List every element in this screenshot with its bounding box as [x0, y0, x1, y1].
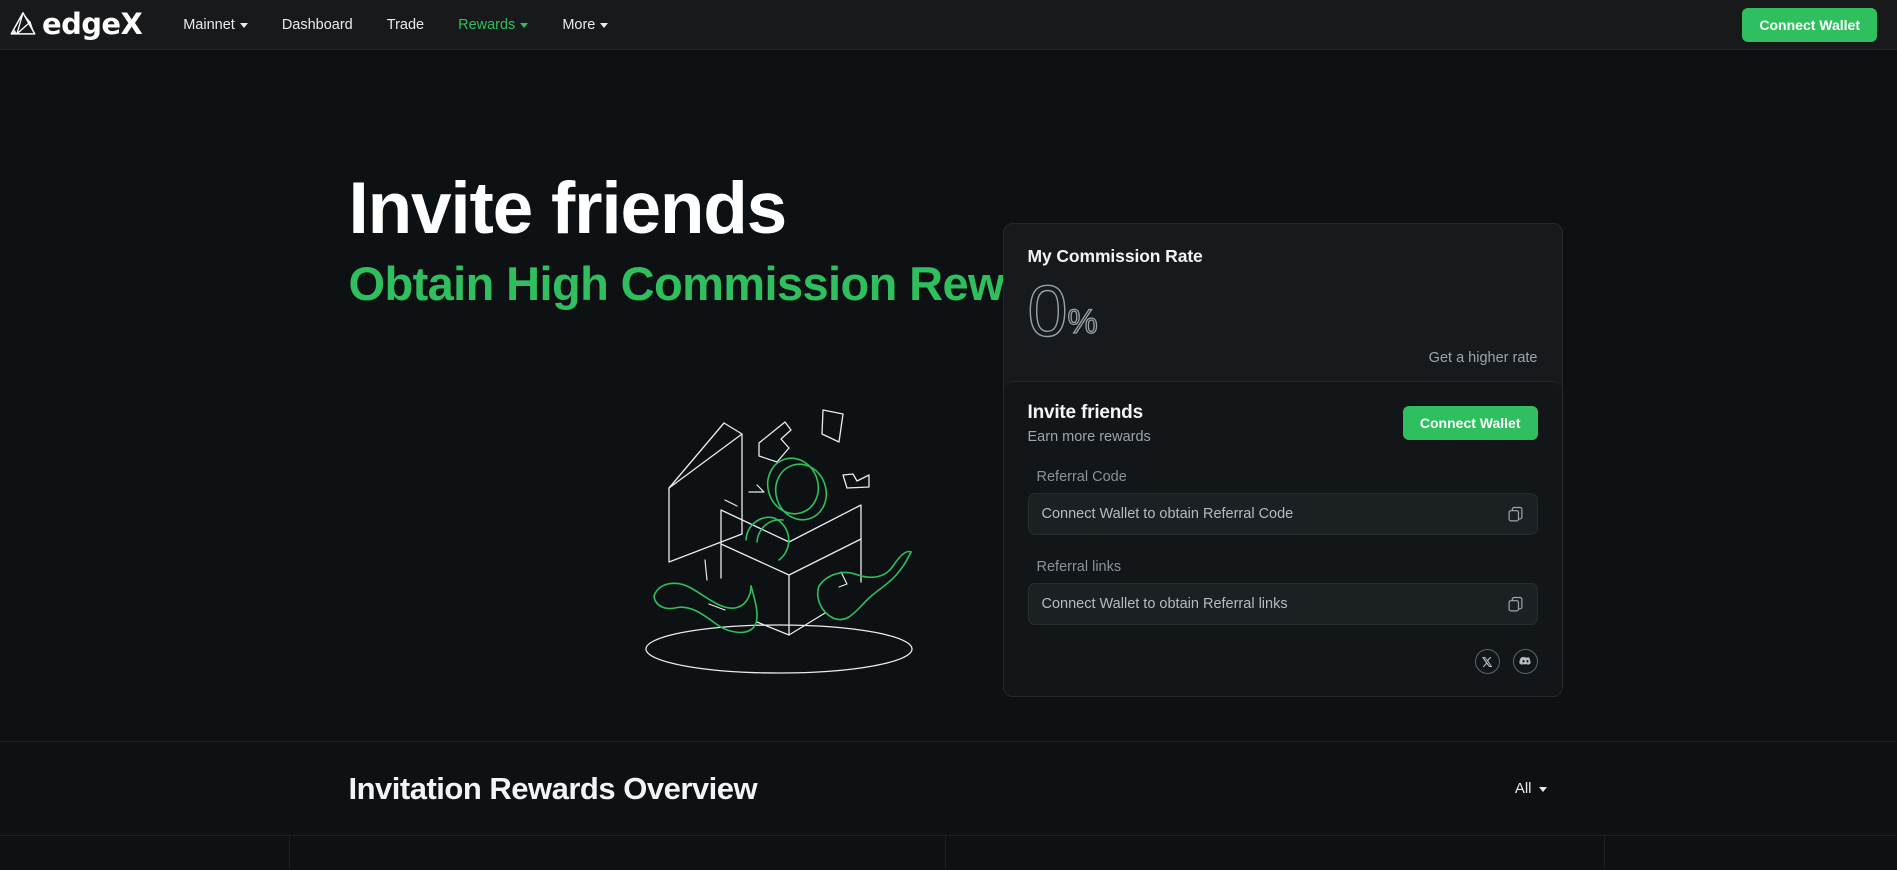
nav-item-more-label: More	[562, 16, 596, 33]
copy-icon[interactable]	[1507, 596, 1524, 613]
nav-item-trade-label: Trade	[386, 16, 425, 33]
commission-rate-number: 0	[1027, 272, 1068, 352]
overview-header: Invitation Rewards Overview All	[309, 742, 1589, 835]
edgex-triangle-logo-icon	[8, 10, 38, 40]
referral-code-value: Connect Wallet to obtain Referral Code	[1041, 506, 1294, 522]
overview-stats-strip	[0, 835, 1897, 869]
nav-item-rewards[interactable]: Rewards	[441, 0, 545, 50]
connect-wallet-button-card[interactable]: Connect Wallet	[1402, 406, 1538, 440]
commission-rate-value: 0 %	[1027, 272, 1538, 352]
stat-cell	[0, 836, 290, 869]
overview-filter-dropdown[interactable]: All	[1511, 775, 1551, 802]
chevron-down-icon	[520, 23, 529, 28]
chevron-down-icon	[239, 23, 248, 28]
x-twitter-icon	[1481, 656, 1493, 668]
discord-icon	[1518, 655, 1532, 668]
referral-links-value: Connect Wallet to obtain Referral links	[1041, 596, 1288, 612]
brand-logo-link[interactable]: edgeX	[8, 7, 143, 41]
share-x-twitter-button[interactable]	[1474, 649, 1500, 674]
connect-wallet-button-navbar[interactable]: Connect Wallet	[1742, 7, 1877, 42]
chevron-down-icon	[600, 23, 609, 28]
referral-links-input[interactable]: Connect Wallet to obtain Referral links	[1027, 583, 1538, 625]
hero-container: Invite friends Obtain High Commission Re…	[309, 50, 1589, 741]
nav-item-dashboard-label: Dashboard	[281, 16, 353, 33]
stat-cell	[290, 836, 946, 869]
commission-rate-unit: %	[1067, 303, 1099, 342]
gift-box-illustration-icon	[629, 382, 929, 682]
get-higher-rate-link[interactable]: Get a higher rate	[1429, 350, 1538, 366]
copy-icon[interactable]	[1507, 506, 1524, 523]
nav-item-more[interactable]: More	[545, 0, 625, 50]
invite-friends-header: Invite friends Earn more rewards Connect…	[1028, 402, 1538, 445]
hero-text-block: Invite friends Obtain High Commission Re…	[348, 168, 1102, 310]
share-discord-button[interactable]	[1512, 649, 1538, 674]
overview-filter-value: All	[1514, 780, 1532, 797]
referral-links-label: Referral links	[1036, 559, 1122, 575]
invite-friends-text: Invite friends Earn more rewards	[1028, 402, 1151, 445]
referral-code-label: Referral Code	[1036, 469, 1127, 485]
top-navigation-bar: edgeX Mainnet Dashboard Trade Rewards Mo…	[0, 0, 1897, 50]
brand-name: edgeX	[42, 7, 143, 41]
nav-item-trade[interactable]: Trade	[370, 0, 441, 50]
invitation-rewards-overview-section: Invitation Rewards Overview All	[0, 742, 1897, 869]
nav-item-rewards-label: Rewards	[458, 16, 516, 33]
commission-rate-label: My Commission Rate	[1027, 246, 1203, 266]
chevron-down-icon	[1538, 787, 1547, 792]
nav-item-mainnet-label: Mainnet	[183, 16, 235, 33]
stat-cell	[946, 836, 1605, 869]
invite-friends-title: Invite friends	[1027, 402, 1144, 423]
invite-friends-subtitle: Earn more rewards	[1027, 429, 1151, 445]
commission-rate-section: My Commission Rate 0 % Get a higher rate	[1004, 224, 1562, 382]
hero-title: Invite friends	[348, 168, 788, 249]
referral-code-input[interactable]: Connect Wallet to obtain Referral Code	[1027, 493, 1538, 535]
hero-subtitle: Obtain High Commission Rewards	[348, 257, 1102, 310]
commission-rate-card: My Commission Rate 0 % Get a higher rate…	[1002, 223, 1563, 697]
hero-section: Invite friends Obtain High Commission Re…	[0, 50, 1897, 742]
overview-title: Invitation Rewards Overview	[348, 770, 758, 806]
social-share-buttons	[1028, 649, 1538, 674]
invite-friends-panel: Invite friends Earn more rewards Connect…	[1003, 381, 1562, 696]
nav-item-mainnet[interactable]: Mainnet	[166, 0, 265, 50]
nav-item-dashboard[interactable]: Dashboard	[265, 0, 370, 50]
stat-cell	[1605, 836, 1897, 869]
nav-links: Mainnet Dashboard Trade Rewards More	[166, 0, 625, 50]
